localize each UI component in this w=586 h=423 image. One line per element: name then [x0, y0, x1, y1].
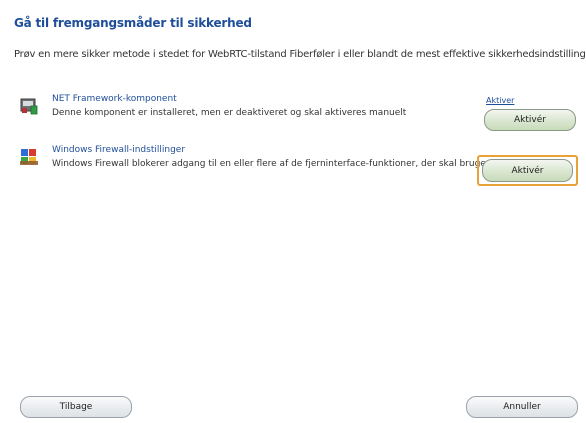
item-title[interactable]: Windows Firewall-indstillinger	[52, 145, 185, 155]
page-title: Gå til fremgangsmåder til sikkerhed	[14, 16, 252, 30]
item-title[interactable]: NET Framework-komponent	[52, 94, 177, 104]
enable-component-button[interactable]: Aktivér	[484, 109, 576, 131]
firewall-icon	[20, 148, 38, 166]
component-icon	[20, 97, 38, 115]
wizard-page: Gå til fremgangsmåder til sikkerhed Prøv…	[0, 0, 586, 423]
page-description: Prøv en mere sikker metode i stedet for …	[14, 49, 586, 60]
back-button[interactable]: Tilbage	[20, 396, 132, 418]
item-description: Denne komponent er installeret, men er d…	[52, 108, 407, 118]
list-item: NET Framework-komponent Denne komponent …	[20, 94, 450, 124]
activate-link[interactable]: Aktiver	[486, 96, 514, 105]
enable-firewall-button[interactable]: Aktivér	[482, 159, 573, 182]
item-description: Windows Firewall blokerer adgang til en …	[52, 159, 491, 169]
list-item: Windows Firewall-indstillinger Windows F…	[20, 145, 491, 175]
cancel-button[interactable]: Annuller	[466, 396, 578, 418]
